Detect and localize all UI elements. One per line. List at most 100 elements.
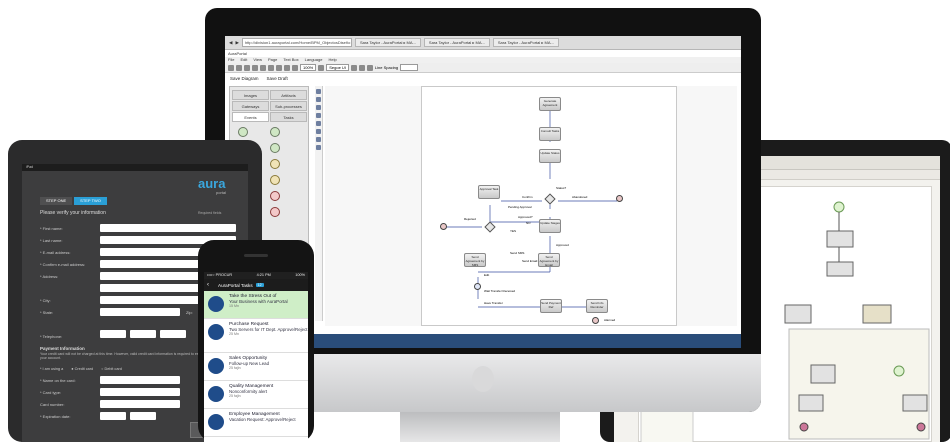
start-event-icon[interactable] (238, 127, 248, 137)
intermediate-event-icon[interactable] (270, 159, 280, 169)
task-item[interactable]: Sales Opportunity Follow-up New Lead 25 … (204, 353, 308, 381)
tab-sub-processes[interactable]: Sub-processes (270, 101, 307, 111)
first-name-field[interactable] (100, 224, 236, 232)
timer-event-icon[interactable] (474, 283, 481, 290)
monitor-stand (400, 412, 560, 442)
end-event-icon[interactable] (440, 223, 447, 230)
zoom-in-icon[interactable] (284, 64, 290, 71)
undo-icon[interactable] (268, 64, 274, 71)
diagram-page: Generate Agreement Consult Tasks Update … (421, 86, 677, 326)
align-icon[interactable] (318, 64, 325, 71)
card-number-field[interactable] (100, 400, 180, 408)
debit-card-radio[interactable]: ○ Debit card (101, 367, 122, 371)
save-diagram-button[interactable]: Save Diagram (230, 74, 259, 84)
name-on-card-field[interactable] (100, 376, 180, 384)
grid-icon[interactable] (316, 145, 321, 150)
zoom-out-icon[interactable] (292, 64, 298, 71)
tab-images[interactable]: Images (232, 90, 269, 100)
lane-icon[interactable] (316, 121, 321, 126)
expiry-year-select[interactable] (130, 412, 156, 420)
task-item[interactable]: Quality Management Nonconformity alert 2… (204, 381, 308, 409)
node-update-status[interactable]: Update Status (539, 149, 561, 163)
node-approval-task[interactable]: Approval Task (478, 185, 500, 199)
pointer-icon[interactable] (316, 89, 321, 94)
end-event-icon[interactable] (616, 195, 623, 202)
phone-number-field[interactable] (160, 330, 186, 338)
node-generate-agreement[interactable]: Generate Agreement (539, 97, 561, 111)
tab-gateways[interactable]: Gateways (232, 101, 269, 111)
browser-tab[interactable]: Sara Taylor - AuraPortal ▸ MA... (423, 38, 490, 47)
connector-icon[interactable] (316, 97, 321, 102)
node-send-info[interactable]: Send Info Reminder (586, 299, 608, 313)
link-event-icon[interactable] (270, 175, 280, 185)
browser-tab[interactable]: Sara Taylor - AuraPortal ▸ MA... (492, 38, 559, 47)
zoom-select[interactable]: 100% (300, 64, 317, 71)
menu-language[interactable]: Language (305, 57, 323, 63)
node-send-email[interactable]: Send Agreement by Email (538, 253, 560, 267)
label-yes: YES (510, 229, 517, 233)
menu-help[interactable]: Help (328, 57, 336, 63)
tab-artifacts[interactable]: Artifacts (270, 90, 307, 100)
required-note: Required fields (198, 211, 222, 215)
group-icon[interactable] (316, 129, 321, 134)
text-icon[interactable] (316, 105, 321, 110)
task-count-badge: 12 (255, 283, 264, 287)
browser-tab[interactable]: Sara Taylor - AuraPortal ▸ MA... (354, 38, 421, 47)
back-icon[interactable]: ◀ (229, 40, 232, 46)
save-draft-button[interactable]: Save Draft (267, 74, 288, 84)
phone-prefix-field[interactable] (130, 330, 156, 338)
message-event-icon[interactable] (270, 143, 280, 153)
menu-edit[interactable]: Edit (240, 57, 247, 63)
end-event-icon[interactable] (592, 317, 599, 324)
form-heading: Please verify your information (40, 210, 106, 216)
expiry-month-select[interactable] (100, 412, 126, 420)
copy-icon[interactable] (252, 64, 258, 71)
task-subtitle: Vacation Request: Approve/Reject (229, 417, 296, 422)
underline-icon[interactable] (366, 64, 373, 71)
tab-step-two[interactable]: STEP TWO (74, 197, 107, 205)
pool-icon[interactable] (316, 113, 321, 118)
credit-card-radio[interactable]: ● Credit card (71, 367, 93, 371)
note-icon[interactable] (316, 137, 321, 142)
task-item[interactable]: Purchase Request Two Servers for IT Dept… (204, 319, 308, 353)
task-item[interactable]: Employee Management Vacation Request: Ap… (204, 409, 308, 437)
node-send-sms[interactable]: Send Agreement by SMS (464, 253, 486, 267)
card-type-select[interactable] (100, 388, 180, 396)
start-event-icon[interactable] (270, 127, 280, 137)
bold-icon[interactable] (350, 64, 357, 71)
error-event-icon[interactable] (270, 207, 280, 217)
state-select[interactable] (100, 308, 180, 316)
address-bar[interactable]: http://division1.auraportal.com/Home/BPM… (241, 38, 352, 47)
tab-tasks[interactable]: Tasks (270, 112, 307, 122)
redo-icon[interactable] (276, 64, 282, 71)
node-send-payment[interactable]: Send Payment Ref (540, 299, 562, 313)
forward-icon[interactable]: ▶ (235, 40, 238, 46)
font-select[interactable]: Segoe UI (326, 64, 349, 71)
process-canvas[interactable]: Generate Agreement Consult Tasks Update … (325, 86, 737, 326)
back-icon[interactable]: ‹ (207, 281, 215, 289)
menu-page[interactable]: Page (268, 57, 277, 63)
open-icon[interactable] (236, 64, 242, 71)
aura-logo: aura (198, 176, 226, 191)
tab-events[interactable]: Events (232, 112, 269, 122)
menu-text-box[interactable]: Text Box (283, 57, 298, 63)
new-icon[interactable] (228, 64, 234, 71)
phone-area-field[interactable] (100, 330, 126, 338)
line-spacing-select[interactable] (400, 64, 419, 71)
node-update-stages[interactable]: Update Stages (539, 219, 561, 233)
tab-step-one[interactable]: STEP ONE (40, 197, 73, 205)
label-edit: Edit (484, 273, 490, 277)
task-item[interactable]: Take the Stress Out of Your Business wit… (204, 291, 308, 319)
phone-screen: ••••○ PROCUR 4:21 PM 100% ‹ AuraPortal T… (204, 272, 308, 442)
menu-file[interactable]: File (228, 57, 234, 63)
carrier-label: ••••○ PROCUR (207, 273, 233, 277)
field-label: * E-mail address: (40, 250, 71, 255)
node-consult-tasks[interactable]: Consult Tasks (539, 127, 561, 141)
cut-icon[interactable] (244, 64, 250, 71)
italic-icon[interactable] (358, 64, 365, 71)
credit-card-label: Credit card (74, 367, 94, 371)
paste-icon[interactable] (260, 64, 266, 71)
menu-view[interactable]: View (253, 57, 262, 63)
label-send-sms: Send SMS (510, 251, 525, 255)
end-event-icon[interactable] (270, 191, 280, 201)
